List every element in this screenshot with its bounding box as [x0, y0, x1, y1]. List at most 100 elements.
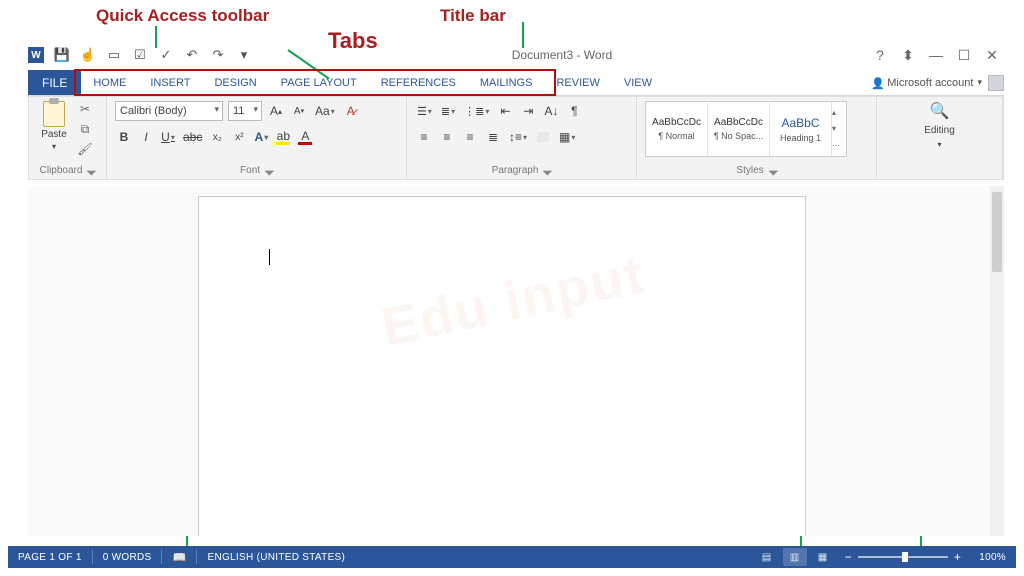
- sort-button[interactable]: A↓: [542, 101, 560, 121]
- superscript-button[interactable]: x²: [230, 127, 248, 147]
- zoom-slider[interactable]: − +: [837, 550, 970, 564]
- find-icon[interactable]: 🔍: [930, 101, 950, 121]
- view-read-mode-button[interactable]: ▤: [755, 548, 779, 566]
- title-bar: W 💾 ☝ ▭ ☑ ✓ ↶ ↷ ▾ Document3 - Word ? ⬍ —…: [28, 44, 1004, 66]
- minimize-button[interactable]: —: [924, 46, 948, 64]
- increase-indent-button[interactable]: ⇥: [519, 101, 537, 121]
- account-icon: 👤: [871, 77, 883, 89]
- qa-customize-button[interactable]: ▾: [234, 46, 254, 64]
- paste-icon: [43, 101, 65, 127]
- editing-dropdown[interactable]: ▾: [937, 140, 941, 149]
- status-words[interactable]: 0 WORDS: [93, 552, 162, 563]
- qa-undo-button[interactable]: ↶: [182, 46, 202, 64]
- document-title: Document3 - Word: [260, 48, 864, 62]
- font-size-dropdown[interactable]: 11: [228, 101, 262, 121]
- ribbon-display-button[interactable]: ⬍: [896, 46, 920, 64]
- bold-button[interactable]: B: [115, 127, 133, 147]
- status-bar: PAGE 1 OF 1 0 WORDS 📖 ENGLISH (UNITED ST…: [8, 546, 1016, 568]
- account-area[interactable]: 👤 Microsoft account ▾: [871, 70, 1004, 95]
- font-color-button[interactable]: A: [296, 127, 314, 147]
- style-normal[interactable]: AaBbCcDc ¶ Normal: [646, 102, 708, 156]
- style-no-spacing[interactable]: AaBbCcDc ¶ No Spac...: [708, 102, 770, 156]
- numbering-button[interactable]: ≣▾: [439, 101, 457, 121]
- help-button[interactable]: ?: [868, 46, 892, 64]
- paste-button[interactable]: Paste ▾: [37, 101, 71, 151]
- styles-more-button[interactable]: ▴▾⋯: [832, 102, 846, 156]
- cut-button[interactable]: ✂: [77, 101, 93, 117]
- font-name-dropdown[interactable]: Calibri (Body): [115, 101, 223, 121]
- tab-file[interactable]: FILE: [28, 70, 81, 95]
- shading-button[interactable]: [534, 127, 552, 147]
- bullets-button[interactable]: ☰▾: [415, 101, 434, 121]
- close-button[interactable]: ✕: [980, 46, 1004, 64]
- highlight-button[interactable]: ab: [274, 127, 292, 147]
- editing-label-text: Editing: [924, 125, 955, 136]
- text-cursor: [269, 249, 270, 265]
- grow-font-button[interactable]: A▴: [267, 101, 285, 121]
- status-page[interactable]: PAGE 1 OF 1: [8, 552, 92, 563]
- zoom-in-button[interactable]: +: [954, 550, 961, 564]
- align-left-button[interactable]: ≡: [415, 127, 433, 147]
- tab-page-layout[interactable]: PAGE LAYOUT: [269, 70, 369, 95]
- status-language[interactable]: ENGLISH (UNITED STATES): [197, 552, 355, 563]
- justify-button[interactable]: ≣: [484, 127, 502, 147]
- qa-touch-mode-button[interactable]: ☝: [78, 46, 98, 64]
- ribbon-tabs: FILE HOME INSERT DESIGN PAGE LAYOUT REFE…: [28, 70, 1004, 96]
- line-spacing-button[interactable]: ↕≡▾: [507, 127, 529, 147]
- group-editing: 🔍 Editing ▾: [877, 97, 1003, 179]
- word-icon: W: [28, 47, 44, 63]
- account-label: Microsoft account: [887, 77, 973, 89]
- multilevel-button[interactable]: ⋮≣▾: [462, 101, 491, 121]
- borders-button[interactable]: ▦▾: [557, 127, 577, 147]
- vertical-scrollbar[interactable]: [990, 186, 1004, 536]
- view-print-layout-button[interactable]: ▥: [783, 548, 807, 566]
- tab-review[interactable]: REVIEW: [544, 70, 611, 95]
- qa-redo-button[interactable]: ↷: [208, 46, 228, 64]
- scrollbar-thumb[interactable]: [992, 192, 1002, 272]
- strikethrough-button[interactable]: abc: [181, 127, 204, 147]
- clipboard-launcher[interactable]: ◢: [86, 164, 99, 177]
- qa-save-button[interactable]: 💾: [52, 46, 72, 64]
- qa-open-button[interactable]: ☑: [130, 46, 150, 64]
- group-paragraph: ☰▾ ≣▾ ⋮≣▾ ⇤ ⇥ A↓ ¶ ≡ ≡ ≡ ≣ ↕≡▾ ▦▾ Paragr…: [407, 97, 637, 179]
- avatar: [988, 75, 1004, 91]
- zoom-track[interactable]: [858, 556, 948, 558]
- align-center-button[interactable]: ≡: [438, 127, 456, 147]
- styles-gallery[interactable]: AaBbCcDc ¶ Normal AaBbCcDc ¶ No Spac... …: [645, 101, 847, 157]
- view-web-layout-button[interactable]: ▦: [811, 548, 835, 566]
- text-effects-button[interactable]: A▾: [252, 127, 270, 147]
- anno-quick-access: Quick Access toolbar: [96, 6, 269, 26]
- underline-button[interactable]: U▾: [159, 127, 177, 147]
- qa-new-button[interactable]: ▭: [104, 46, 124, 64]
- change-case-button[interactable]: Aa▾: [313, 101, 337, 121]
- decrease-indent-button[interactable]: ⇤: [496, 101, 514, 121]
- align-right-button[interactable]: ≡: [461, 127, 479, 147]
- document-page[interactable]: [198, 196, 806, 536]
- subscript-button[interactable]: x₂: [208, 127, 226, 147]
- anno-title-bar: Title bar: [440, 6, 506, 26]
- qa-spellcheck-button[interactable]: ✓: [156, 46, 176, 64]
- zoom-knob[interactable]: [902, 552, 908, 562]
- clear-formatting-button[interactable]: A̷: [342, 101, 360, 121]
- show-marks-button[interactable]: ¶: [565, 101, 583, 121]
- zoom-out-button[interactable]: −: [845, 550, 852, 564]
- zoom-level[interactable]: 100%: [969, 552, 1016, 563]
- paragraph-launcher[interactable]: ◢: [542, 164, 555, 177]
- style-heading1[interactable]: AaBbC Heading 1: [770, 102, 832, 156]
- group-font: Calibri (Body) 11 A▴ A▾ Aa▾ A̷ B I U▾ ab…: [107, 97, 407, 179]
- group-clipboard: Paste ▾ ✂ ⧉ 🖌 Clipboard◢: [29, 97, 107, 179]
- format-painter-button[interactable]: 🖌: [77, 141, 93, 157]
- styles-launcher[interactable]: ◢: [767, 164, 780, 177]
- tab-insert[interactable]: INSERT: [138, 70, 202, 95]
- tab-references[interactable]: REFERENCES: [369, 70, 468, 95]
- italic-button[interactable]: I: [137, 127, 155, 147]
- shrink-font-button[interactable]: A▾: [290, 101, 308, 121]
- tab-home[interactable]: HOME: [81, 70, 138, 95]
- status-proofing-icon[interactable]: 📖: [162, 551, 196, 564]
- tab-design[interactable]: DESIGN: [202, 70, 268, 95]
- copy-button[interactable]: ⧉: [77, 121, 93, 137]
- font-launcher[interactable]: ◢: [263, 164, 276, 177]
- maximize-button[interactable]: ☐: [952, 46, 976, 64]
- tab-view[interactable]: VIEW: [612, 70, 664, 95]
- tab-mailings[interactable]: MAILINGS: [468, 70, 545, 95]
